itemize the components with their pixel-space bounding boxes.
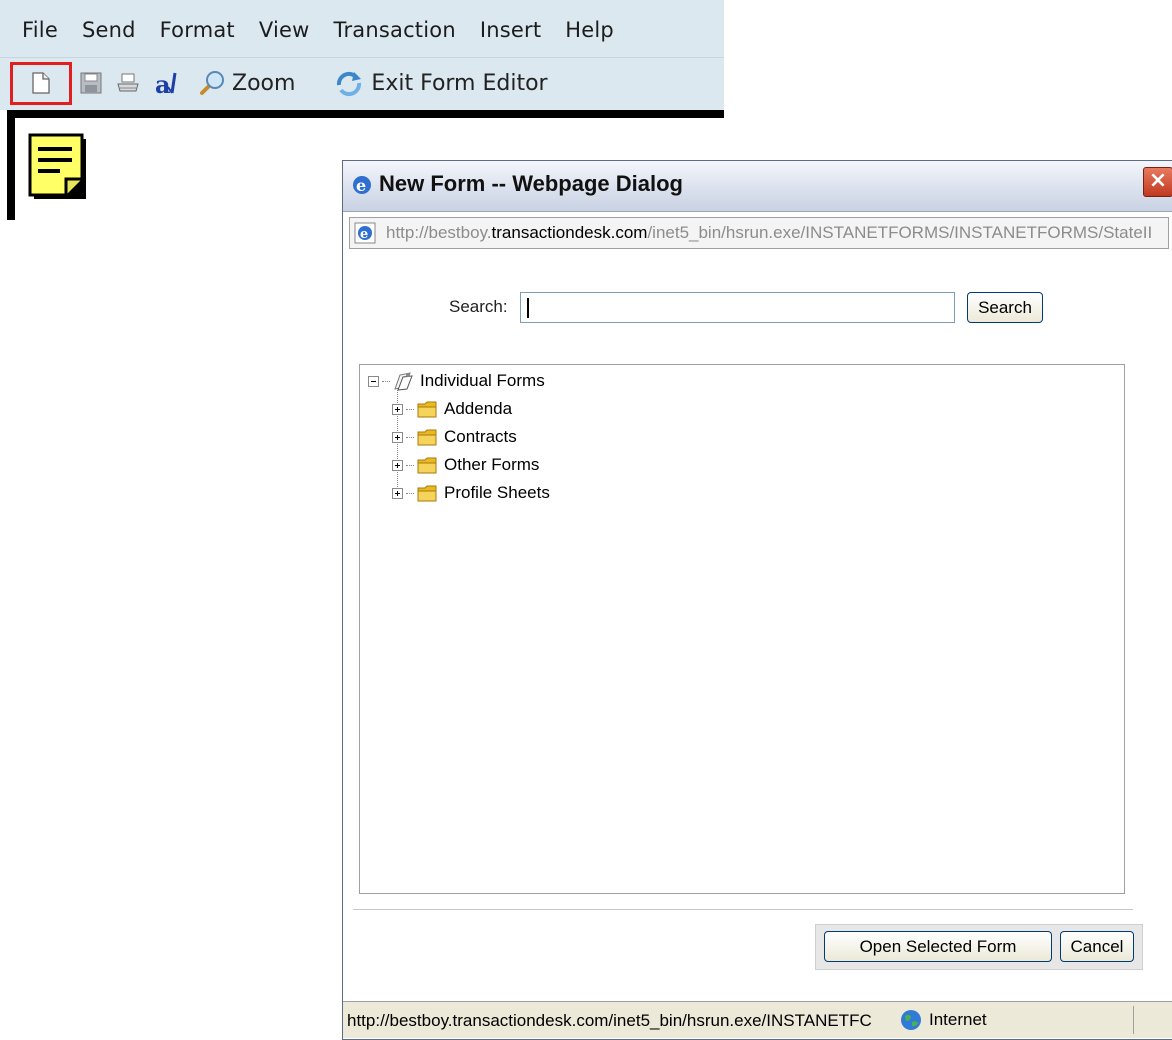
expand-icon[interactable] — [392, 403, 403, 415]
text-caret — [527, 298, 529, 318]
exit-form-editor-label: Exit Form Editor — [371, 70, 548, 96]
tree-item-other-forms[interactable]: Other Forms — [392, 455, 539, 475]
close-icon: × — [1148, 168, 1168, 193]
svg-text:e: e — [356, 176, 366, 195]
folder-icon — [417, 429, 437, 446]
address-bar: e http://bestboy.transactiondesk.com/ine… — [349, 217, 1169, 249]
dialog-titlebar[interactable]: e New Form -- Webpage Dialog × — [343, 161, 1172, 212]
security-zone: Internet — [899, 1008, 987, 1032]
tree-item-label: Contracts — [444, 427, 517, 446]
address-url: http://bestboy.transactiondesk.com/inet5… — [386, 223, 1152, 243]
search-input[interactable] — [520, 292, 955, 323]
zoom-label: Zoom — [232, 70, 296, 96]
dialog-title: New Form -- Webpage Dialog — [379, 171, 683, 196]
zoom-button[interactable]: Zoom — [198, 69, 295, 97]
expand-icon[interactable] — [392, 431, 403, 443]
new-form-dialog: e New Form -- Webpage Dialog × e http://… — [342, 160, 1172, 1040]
menu-transaction[interactable]: Transaction — [334, 18, 456, 42]
search-label: Search: — [449, 297, 508, 316]
address-prefix: http://bestboy. — [386, 223, 492, 242]
menu-view[interactable]: View — [259, 18, 310, 42]
forms-tree: Individual Forms Addenda Contracts Other… — [359, 364, 1125, 894]
folder-icon — [417, 485, 437, 502]
close-button[interactable]: × — [1143, 167, 1172, 197]
address-host: transactiondesk.com — [491, 223, 648, 242]
zoom-icon — [200, 71, 224, 95]
note-icon[interactable] — [28, 133, 90, 207]
expand-icon[interactable] — [392, 487, 403, 499]
spell-check-button[interactable]: a — [154, 69, 184, 97]
save-button[interactable] — [80, 72, 102, 94]
tree-item-label: Other Forms — [444, 455, 540, 474]
toolbar: a Zoom Exit Form Editor — [10, 60, 548, 106]
forms-stack-icon — [394, 372, 413, 391]
ie-logo-icon: e — [353, 176, 371, 195]
folder-icon — [417, 401, 437, 418]
menu-file[interactable]: File — [22, 18, 58, 42]
toolbar-divider — [0, 57, 724, 58]
address-path: /inet5_bin/hsrun.exe/INSTANETFORMS/INSTA… — [647, 223, 1153, 242]
tree-dots — [406, 436, 414, 438]
tree-dots — [406, 464, 414, 466]
menu-help[interactable]: Help — [565, 18, 614, 42]
status-url: http://bestboy.transactiondesk.com/inet5… — [347, 1011, 872, 1030]
security-zone-label: Internet — [929, 1010, 987, 1029]
globe-icon — [901, 1010, 921, 1030]
status-divider — [1133, 1006, 1134, 1034]
menu-send[interactable]: Send — [82, 18, 136, 42]
tree-dots — [382, 380, 390, 382]
document-left-border — [7, 110, 15, 220]
ie-page-icon: e — [354, 222, 376, 244]
refresh-arrow-icon — [337, 71, 362, 97]
print-icon — [117, 73, 139, 92]
save-icon — [80, 72, 102, 94]
expand-icon[interactable] — [392, 459, 403, 471]
tree-root-label: Individual Forms — [420, 371, 545, 390]
search-button[interactable]: Search — [967, 292, 1043, 323]
button-separator — [353, 909, 1133, 910]
cancel-button[interactable]: Cancel — [1060, 931, 1134, 962]
tree-dots — [406, 408, 414, 410]
new-document-icon — [32, 72, 50, 94]
tree-item-contracts[interactable]: Contracts — [392, 427, 517, 447]
tree-item-label: Addenda — [444, 399, 513, 418]
tree-item-label: Profile Sheets — [444, 483, 550, 502]
collapse-icon[interactable] — [368, 375, 379, 387]
menu-insert[interactable]: Insert — [480, 18, 541, 42]
document-top-border — [7, 110, 724, 118]
exit-form-editor-button[interactable]: Exit Form Editor — [333, 69, 548, 97]
print-button[interactable] — [116, 72, 140, 94]
svg-text:e: e — [360, 227, 368, 242]
open-selected-form-button[interactable]: Open Selected Form — [824, 931, 1052, 962]
tree-item-addenda[interactable]: Addenda — [392, 399, 512, 419]
tree-dots — [406, 492, 414, 494]
menu-format[interactable]: Format — [160, 18, 235, 42]
menu-items: File Send Format View Transaction Insert… — [22, 18, 638, 42]
spell-check-icon: a — [155, 70, 177, 97]
svg-text:a: a — [155, 70, 171, 97]
folder-icon — [417, 457, 437, 474]
tree-root-individual-forms[interactable]: Individual Forms — [368, 371, 545, 391]
tree-item-profile-sheets[interactable]: Profile Sheets — [392, 483, 550, 503]
editor-menubar: File Send Format View Transaction Insert… — [0, 0, 724, 110]
status-bar: http://bestboy.transactiondesk.com/inet5… — [343, 1001, 1172, 1038]
new-form-button[interactable] — [10, 61, 72, 105]
